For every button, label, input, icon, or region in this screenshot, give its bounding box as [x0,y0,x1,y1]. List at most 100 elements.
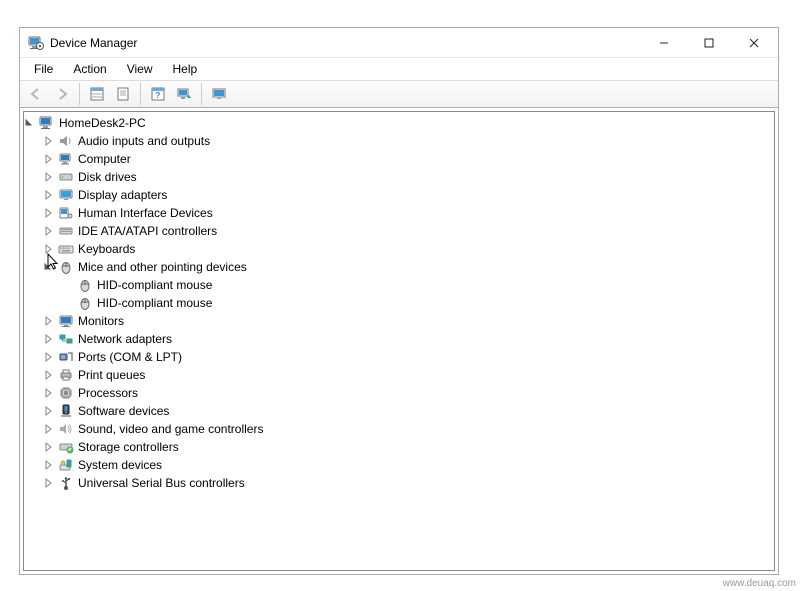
category-item[interactable]: Universal Serial Bus controllers [24,474,774,492]
device-manager-window: Device Manager File Action View Help Hom… [19,27,779,575]
category-item[interactable]: Monitors [24,312,774,330]
category-item-label: Monitors [78,312,124,330]
category-item-icon [58,187,74,203]
expander-icon[interactable] [43,423,55,435]
category-item[interactable]: System devices [24,456,774,474]
category-item-icon [58,349,74,365]
category-item[interactable]: Storage controllers [24,438,774,456]
forward-button[interactable] [50,83,74,105]
toolbar [20,80,778,108]
tree-root-label: HomeDesk2-PC [59,114,146,132]
device-item-icon [77,277,93,293]
category-item[interactable]: Network adapters [24,330,774,348]
titlebar[interactable]: Device Manager [20,28,778,58]
category-item-label: Computer [78,150,131,168]
expander-icon[interactable] [24,117,36,129]
device-item[interactable]: HID-compliant mouse [24,276,774,294]
device-item-label: HID-compliant mouse [97,276,212,294]
category-item-label: Ports (COM & LPT) [78,348,182,366]
expander-icon[interactable] [43,153,55,165]
category-item-icon [58,439,74,455]
category-item[interactable]: Mice and other pointing devices [24,258,774,276]
category-item-label: Human Interface Devices [78,204,213,222]
back-button[interactable] [24,83,48,105]
expander-icon[interactable] [43,369,55,381]
monitor-button[interactable] [207,83,231,105]
category-item[interactable]: Disk drives [24,168,774,186]
menu-help[interactable]: Help [163,60,208,78]
category-item-label: Storage controllers [78,438,179,456]
category-item-icon [58,259,74,275]
category-item-icon [58,241,74,257]
category-item-icon [58,367,74,383]
scan-hardware-button[interactable] [172,83,196,105]
category-item[interactable]: Computer [24,150,774,168]
expander-icon[interactable] [43,333,55,345]
category-item-icon [58,169,74,185]
expander-icon[interactable] [43,351,55,363]
window-title: Device Manager [50,36,641,50]
category-item[interactable]: Display adapters [24,186,774,204]
close-button[interactable] [731,29,776,57]
menubar: File Action View Help [20,58,778,80]
category-item-label: Display adapters [78,186,167,204]
expander-icon[interactable] [43,225,55,237]
category-item[interactable]: Ports (COM & LPT) [24,348,774,366]
category-item-icon [58,475,74,491]
category-item-icon [58,385,74,401]
menu-view[interactable]: View [117,60,163,78]
detail-view-button[interactable] [85,83,109,105]
category-item-label: IDE ATA/ATAPI controllers [78,222,217,240]
category-item-icon [58,151,74,167]
category-item-icon [58,457,74,473]
category-item-icon [58,133,74,149]
expander-icon[interactable] [43,207,55,219]
properties-button[interactable] [111,83,135,105]
expander-icon[interactable] [43,477,55,489]
category-item-label: Sound, video and game controllers [78,420,263,438]
toolbar-separator [79,83,80,105]
category-item-label: Keyboards [78,240,135,258]
tree-root-icon [39,115,55,131]
category-item-label: Universal Serial Bus controllers [78,474,245,492]
category-item-label: System devices [78,456,162,474]
category-item-icon [58,223,74,239]
expander-icon[interactable] [43,243,55,255]
maximize-button[interactable] [686,29,731,57]
minimize-button[interactable] [641,29,686,57]
category-item[interactable]: Software devices [24,402,774,420]
category-item[interactable]: Processors [24,384,774,402]
menu-file[interactable]: File [24,60,63,78]
expander-icon[interactable] [43,189,55,201]
category-item-icon [58,313,74,329]
expander-icon[interactable] [43,171,55,183]
category-item-icon [58,205,74,221]
menu-action[interactable]: Action [63,60,116,78]
expander-icon[interactable] [43,441,55,453]
category-item[interactable]: Audio inputs and outputs [24,132,774,150]
category-item[interactable]: Print queues [24,366,774,384]
expander-icon[interactable] [43,315,55,327]
category-item-icon [58,403,74,419]
category-item-label: Network adapters [78,330,172,348]
tree-root[interactable]: HomeDesk2-PC [24,114,774,132]
expander-icon[interactable] [43,261,55,273]
expander-icon[interactable] [43,405,55,417]
category-item-label: Mice and other pointing devices [78,258,247,276]
expander-empty [62,297,74,309]
category-item[interactable]: Keyboards [24,240,774,258]
category-item[interactable]: Sound, video and game controllers [24,420,774,438]
category-item[interactable]: IDE ATA/ATAPI controllers [24,222,774,240]
expander-icon[interactable] [43,459,55,471]
toolbar-separator [140,83,141,105]
category-item-label: Disk drives [78,168,137,186]
device-tree[interactable]: HomeDesk2-PCAudio inputs and outputsComp… [23,111,775,571]
help-button[interactable] [146,83,170,105]
category-item[interactable]: Human Interface Devices [24,204,774,222]
expander-icon[interactable] [43,387,55,399]
devmgr-icon [28,35,44,51]
category-item-icon [58,331,74,347]
device-item[interactable]: HID-compliant mouse [24,294,774,312]
expander-icon[interactable] [43,135,55,147]
expander-empty [62,279,74,291]
